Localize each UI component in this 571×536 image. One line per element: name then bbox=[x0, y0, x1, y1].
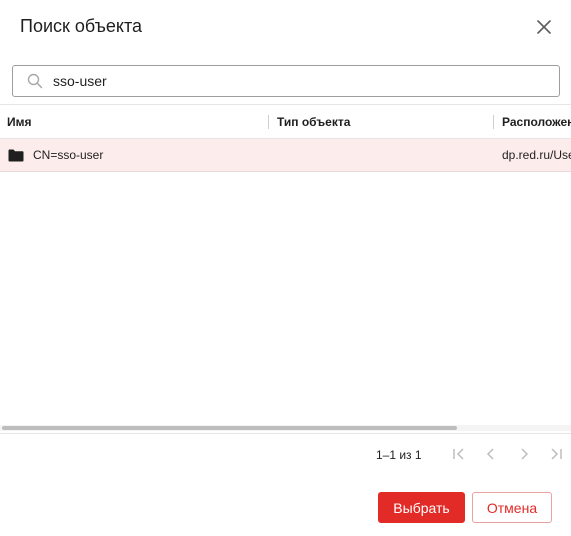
chevron-right-icon bbox=[517, 447, 531, 466]
last-page-button[interactable] bbox=[546, 446, 566, 466]
first-page-button[interactable] bbox=[449, 446, 469, 466]
chevron-left-icon bbox=[484, 447, 498, 466]
horizontal-scrollbar[interactable] bbox=[0, 425, 571, 431]
dialog-title: Поиск объекта bbox=[20, 16, 142, 36]
folder-icon bbox=[8, 148, 24, 164]
search-object-dialog: Поиск объекта Имя Тип объекта Расположен… bbox=[0, 0, 571, 536]
table-row[interactable]: CN=sso-user dp.red.ru/Users bbox=[0, 139, 571, 172]
cell-type bbox=[277, 139, 487, 172]
search-input[interactable] bbox=[53, 67, 533, 95]
next-page-button[interactable] bbox=[514, 446, 534, 466]
close-button[interactable] bbox=[533, 18, 555, 40]
column-header-location[interactable]: Расположение bbox=[502, 105, 571, 139]
close-icon bbox=[537, 19, 551, 39]
column-resizer[interactable] bbox=[268, 115, 269, 129]
table-header: Имя Тип объекта Расположение bbox=[0, 105, 571, 139]
cancel-button[interactable]: Отмена bbox=[472, 492, 552, 523]
column-header-type[interactable]: Тип объекта bbox=[277, 105, 487, 139]
column-header-name[interactable]: Имя bbox=[7, 105, 262, 139]
results-table: Имя Тип объекта Расположение CN=sso-user… bbox=[0, 104, 571, 434]
pagination-range: 1–1 из 1 bbox=[376, 448, 422, 462]
select-button[interactable]: Выбрать bbox=[378, 492, 465, 523]
search-field[interactable] bbox=[12, 65, 560, 97]
previous-page-button[interactable] bbox=[481, 446, 501, 466]
search-icon bbox=[27, 72, 45, 90]
column-resizer[interactable] bbox=[493, 115, 494, 129]
first-page-icon bbox=[452, 447, 466, 466]
pagination: 1–1 из 1 bbox=[0, 433, 571, 479]
row-name-text: CN=sso-user bbox=[33, 148, 104, 162]
scrollbar-thumb[interactable] bbox=[2, 426, 457, 430]
cell-name: CN=sso-user bbox=[8, 139, 263, 172]
cell-location: dp.red.ru/Users bbox=[502, 148, 571, 162]
last-page-icon bbox=[549, 447, 563, 466]
